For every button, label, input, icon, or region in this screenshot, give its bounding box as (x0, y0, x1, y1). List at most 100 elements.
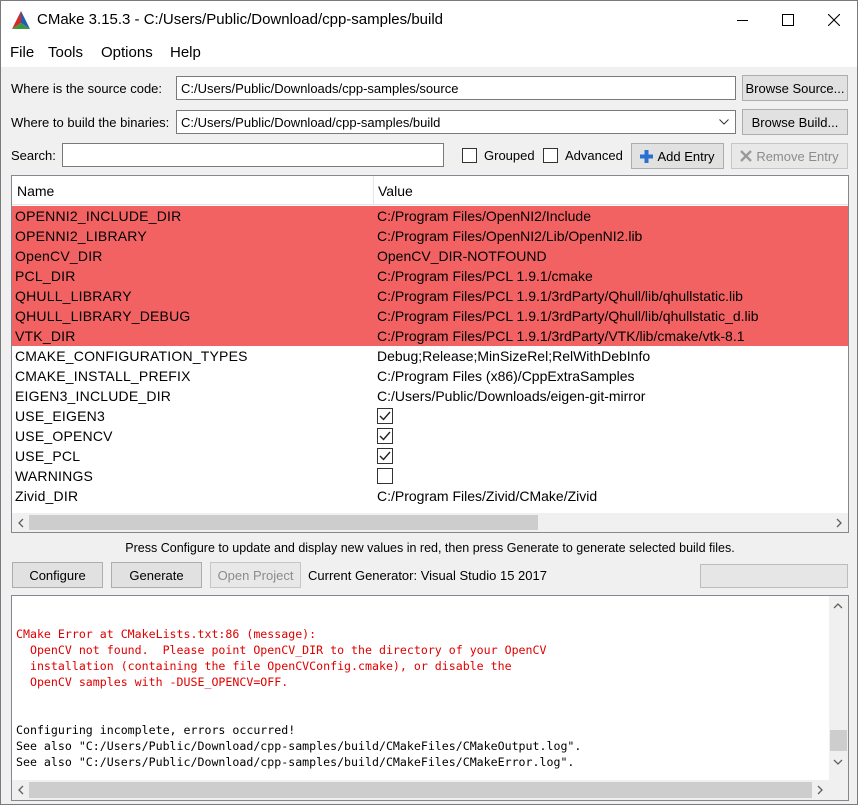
scroll-up-icon[interactable] (830, 598, 846, 614)
menu-help[interactable]: Help (170, 44, 201, 61)
row-name: PCL_DIR (15, 268, 76, 284)
checked-checkbox[interactable] (377, 448, 393, 464)
browse-build-button[interactable]: Browse Build... (742, 109, 848, 135)
row-name: OPENNI2_INCLUDE_DIR (15, 208, 182, 224)
scroll-right-icon[interactable] (831, 515, 847, 531)
close-icon (828, 14, 840, 26)
table-scroll-thumb[interactable] (29, 515, 538, 530)
row-name: CMAKE_INSTALL_PREFIX (15, 368, 191, 384)
log-hscroll-thumb[interactable] (29, 782, 812, 798)
search-input[interactable] (62, 143, 444, 167)
title-bar[interactable]: CMake 3.15.3 - C:/Users/Public/Download/… (1, 1, 857, 39)
table-row[interactable]: USE_PCL (12, 446, 848, 466)
scroll-down-icon[interactable] (830, 754, 846, 770)
menu-bar: File Tools Options Help (1, 39, 857, 67)
menu-options[interactable]: Options (101, 44, 153, 61)
source-path-input[interactable]: C:/Users/Public/Downloads/cpp-samples/so… (176, 76, 736, 100)
row-value: C:/Program Files/OpenNI2/Include (377, 208, 591, 224)
minimize-button[interactable] (719, 1, 765, 39)
window-title: CMake 3.15.3 - C:/Users/Public/Download/… (37, 11, 444, 28)
advanced-checkbox[interactable] (543, 148, 558, 163)
row-value: C:/Program Files/PCL 1.9.1/3rdParty/Qhul… (377, 308, 759, 324)
row-name: OPENNI2_LIBRARY (15, 228, 147, 244)
log-error-line: OpenCV samples with -DUSE_OPENCV=OFF. (16, 675, 289, 689)
table-row[interactable]: USE_EIGEN3 (12, 406, 848, 426)
output-log[interactable]: CMake Error at CMakeLists.txt:86 (messag… (11, 595, 849, 801)
scroll-left-icon[interactable] (13, 515, 29, 531)
search-label: Search: (11, 148, 56, 163)
table-row[interactable]: CMAKE_INSTALL_PREFIX C:/Program Files (x8… (12, 366, 848, 386)
add-entry-button[interactable]: Add Entry (631, 143, 724, 169)
build-path-combo[interactable]: C:/Users/Public/Download/cpp-samples/bui… (176, 110, 736, 134)
row-value: C:/Program Files/OpenNI2/Lib/OpenNI2.lib (377, 228, 643, 244)
maximize-button[interactable] (765, 1, 811, 39)
current-generator-text: Current Generator: Visual Studio 15 2017 (308, 568, 547, 583)
close-button[interactable] (811, 1, 857, 39)
table-header: Name Value (12, 176, 848, 205)
log-error-line: installation (containing the file OpenCV… (16, 659, 512, 673)
source-label: Where is the source code: (11, 81, 163, 96)
row-value: C:/Program Files/PCL 1.9.1/3rdParty/Qhul… (377, 288, 743, 304)
configure-button[interactable]: Configure (12, 562, 103, 588)
row-name: WARNINGS (15, 468, 94, 484)
checked-checkbox[interactable] (377, 408, 393, 424)
checkmark-icon (379, 411, 391, 421)
log-line: See also "C:/Users/Public/Download/cpp-s… (16, 739, 582, 753)
column-value-header[interactable]: Value (378, 183, 413, 199)
log-vscroll-thumb[interactable] (830, 730, 847, 751)
row-name: QHULL_LIBRARY_DEBUG (15, 308, 191, 324)
row-name: OpenCV_DIR (15, 248, 103, 264)
log-error-line: OpenCV not found. Please point OpenCV_DI… (16, 643, 547, 657)
cmake-logo-icon (12, 11, 30, 29)
cmake-window: CMake 3.15.3 - C:/Users/Public/Download/… (0, 0, 858, 805)
row-name: Zivid_DIR (15, 488, 79, 504)
row-value: OpenCV_DIR-NOTFOUND (377, 248, 547, 264)
configure-hint: Press Configure to update and display ne… (125, 541, 735, 555)
table-row[interactable]: WARNINGS (12, 466, 848, 486)
table-row[interactable]: EIGEN3_INCLUDE_DIR C:/Users/Public/Downlo… (12, 386, 848, 406)
column-divider[interactable] (373, 176, 374, 205)
remove-entry-button[interactable]: Remove Entry (731, 143, 848, 169)
maximize-icon (782, 14, 794, 26)
menu-tools[interactable]: Tools (48, 44, 83, 61)
row-value: Debug;Release;MinSizeRel;RelWithDebInfo (377, 348, 651, 364)
chevron-down-icon (719, 119, 729, 125)
row-value: C:/Program Files/PCL 1.9.1/3rdParty/VTK/… (377, 328, 745, 344)
log-vertical-scrollbar[interactable] (829, 596, 848, 780)
grouped-checkbox[interactable] (462, 148, 477, 163)
open-project-button[interactable]: Open Project (210, 562, 301, 588)
row-name: QHULL_LIBRARY (15, 288, 132, 304)
table-row[interactable]: Zivid_DIR C:/Program Files/Zivid/CMake/Zi… (12, 486, 848, 506)
row-name: USE_OPENCV (15, 428, 113, 444)
table-row[interactable]: OPENNI2_LIBRARY C:/Program Files/OpenNI2/… (12, 226, 848, 246)
row-name: EIGEN3_INCLUDE_DIR (15, 388, 172, 404)
log-scroll-left-icon[interactable] (13, 782, 29, 798)
row-name: USE_EIGEN3 (15, 408, 105, 424)
grouped-label: Grouped (484, 148, 535, 163)
minimize-icon (736, 19, 748, 21)
table-horizontal-scrollbar[interactable] (12, 513, 848, 532)
menu-file[interactable]: File (10, 44, 34, 61)
cache-table: Name Value OPENNI2_INCLUDE_DIR C:/Program… (11, 175, 849, 533)
log-horizontal-scrollbar[interactable] (12, 780, 829, 800)
column-name-header[interactable]: Name (17, 183, 54, 199)
checkmark-icon (379, 451, 391, 461)
unchecked-checkbox[interactable] (377, 468, 393, 484)
generate-button[interactable]: Generate (111, 562, 202, 588)
table-row[interactable]: USE_OPENCV (12, 426, 848, 446)
add-entry-label: Add Entry (657, 148, 715, 164)
row-name: CMAKE_CONFIGURATION_TYPES (15, 348, 248, 364)
log-line: Configuring incomplete, errors occurred! (16, 723, 296, 737)
checkmark-icon (379, 431, 391, 441)
log-scroll-right-icon[interactable] (812, 782, 828, 798)
table-row[interactable]: VTK_DIR C:/Program Files/PCL 1.9.1/3rdPar… (12, 326, 848, 346)
browse-source-button[interactable]: Browse Source... (742, 75, 848, 101)
table-row[interactable]: QHULL_LIBRARY_DEBUG C:/Program Files/PCL … (12, 306, 848, 326)
table-row[interactable]: CMAKE_CONFIGURATION_TYPES Debug;Release;M… (12, 346, 848, 366)
table-row[interactable]: OpenCV_DIR OpenCV_DIR-NOTFOUND (12, 246, 848, 266)
table-row[interactable]: PCL_DIR C:/Program Files/PCL 1.9.1/cmake (12, 266, 848, 286)
row-value: C:/Program Files (x86)/CppExtraSamples (377, 368, 635, 384)
table-row[interactable]: QHULL_LIBRARY C:/Program Files/PCL 1.9.1/… (12, 286, 848, 306)
checked-checkbox[interactable] (377, 428, 393, 444)
table-row[interactable]: OPENNI2_INCLUDE_DIR C:/Program Files/Open… (12, 206, 848, 226)
